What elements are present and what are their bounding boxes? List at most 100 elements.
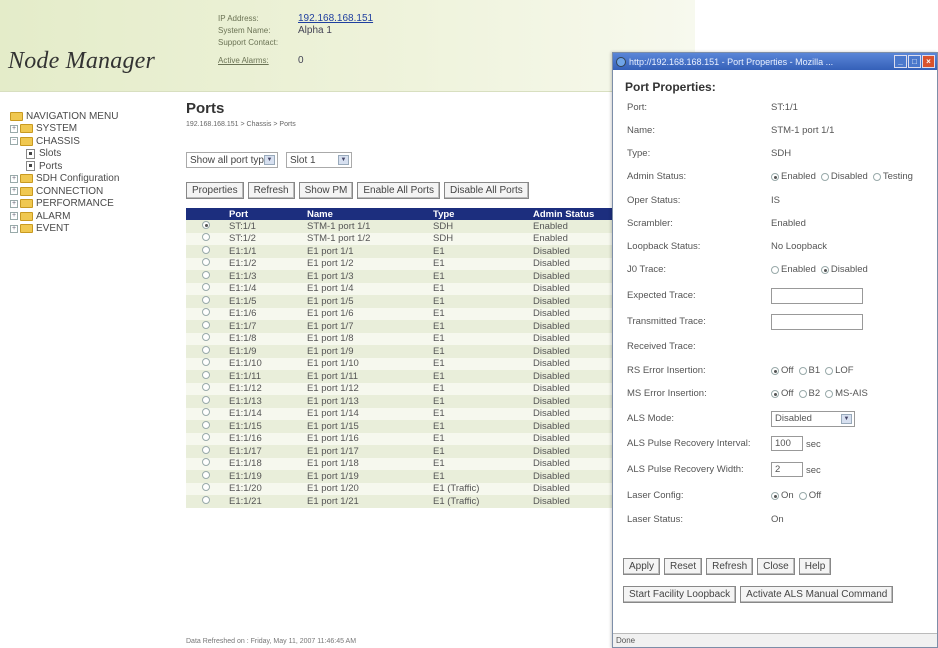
row-select-radio[interactable] [202, 295, 210, 304]
laser-on-radio[interactable] [771, 491, 779, 500]
table-row[interactable]: E1:1/11 E1 port 1/11 E1 Disabled [186, 370, 616, 383]
properties-button[interactable]: Properties [186, 182, 244, 199]
maximize-icon[interactable]: □ [908, 55, 921, 68]
table-row[interactable]: E1:1/14 E1 port 1/14 E1 Disabled [186, 407, 616, 420]
row-select-radio[interactable] [202, 220, 210, 229]
table-row[interactable]: E1:1/5 E1 port 1/5 E1 Disabled [186, 295, 616, 308]
nav-item-event[interactable]: + EVENT [10, 223, 180, 236]
admin-enabled-radio[interactable] [771, 172, 779, 181]
rs-lof-radio[interactable] [825, 366, 834, 375]
popup-refresh-button[interactable]: Refresh [706, 558, 754, 575]
start-facility-loopback-button[interactable]: Start Facility Loopback [623, 586, 737, 603]
show-pm-button[interactable]: Show PM [298, 182, 354, 199]
table-row[interactable]: E1:1/9 E1 port 1/9 E1 Disabled [186, 345, 616, 358]
row-select-radio[interactable] [202, 370, 210, 379]
nav-item-system[interactable]: + SYSTEM [10, 123, 180, 136]
nav-item-sdh-configuration[interactable]: + SDH Configuration [10, 173, 180, 186]
als-pulse-width-input[interactable]: 2 [771, 462, 803, 477]
help-button[interactable]: Help [798, 558, 832, 575]
ms-off-radio[interactable] [771, 389, 779, 398]
minimize-icon[interactable]: _ [894, 55, 907, 68]
ms-b2-radio[interactable] [798, 389, 807, 398]
table-row[interactable]: E1:1/19 E1 port 1/19 E1 Disabled [186, 470, 616, 483]
rs-b1-radio[interactable] [798, 366, 807, 375]
table-row[interactable]: E1:1/3 E1 port 1/3 E1 Disabled [186, 270, 616, 283]
table-row[interactable]: E1:1/15 E1 port 1/15 E1 Disabled [186, 420, 616, 433]
ms-ais-radio[interactable] [825, 389, 834, 398]
row-select-radio[interactable] [202, 433, 210, 442]
row-select-radio[interactable] [202, 333, 210, 342]
table-row[interactable]: E1:1/1 E1 port 1/1 E1 Disabled [186, 245, 616, 258]
row-select-radio[interactable] [202, 445, 210, 454]
enable-all-ports-button[interactable]: Enable All Ports [357, 182, 440, 199]
expand-icon[interactable]: + [10, 174, 18, 183]
expand-icon[interactable]: + [10, 199, 18, 208]
row-select-radio[interactable] [202, 245, 210, 254]
laser-off-radio[interactable] [798, 491, 807, 500]
table-row[interactable]: E1:1/7 E1 port 1/7 E1 Disabled [186, 320, 616, 333]
window-titlebar[interactable]: http://192.168.168.151 - Port Properties… [613, 53, 937, 70]
table-row[interactable]: E1:1/2 E1 port 1/2 E1 Disabled [186, 257, 616, 270]
apply-button[interactable]: Apply [623, 558, 661, 575]
row-select-radio[interactable] [202, 233, 210, 242]
row-select-radio[interactable] [202, 283, 210, 292]
table-row[interactable]: E1:1/17 E1 port 1/17 E1 Disabled [186, 445, 616, 458]
close-button[interactable]: Close [757, 558, 795, 575]
admin-testing-radio[interactable] [872, 172, 881, 181]
port-type-select[interactable]: Show all port types ▼ [186, 152, 278, 168]
expand-icon[interactable]: + [10, 187, 18, 196]
column-header-admin-status[interactable]: Admin Status [530, 208, 616, 220]
admin-disabled-radio[interactable] [820, 172, 829, 181]
nav-item-connection[interactable]: + CONNECTION [10, 185, 180, 198]
table-row[interactable]: E1:1/21 E1 port 1/21 E1 (Traffic) Disabled [186, 495, 616, 508]
table-row[interactable]: E1:1/18 E1 port 1/18 E1 Disabled [186, 457, 616, 470]
row-select-radio[interactable] [202, 420, 210, 429]
column-header-type[interactable]: Type [430, 208, 530, 220]
row-select-radio[interactable] [202, 470, 210, 479]
row-select-radio[interactable] [202, 408, 210, 417]
j0-disabled-radio[interactable] [820, 265, 829, 274]
j0-enabled-radio[interactable] [771, 265, 779, 274]
row-select-radio[interactable] [202, 270, 210, 279]
expected-trace-input[interactable] [771, 288, 863, 304]
slot-select[interactable]: Slot 1 ▼ [286, 152, 352, 168]
nav-item-chassis[interactable]: − CHASSIS [10, 135, 180, 148]
collapse-icon[interactable]: − [10, 137, 18, 146]
refresh-button[interactable]: Refresh [247, 182, 295, 199]
table-row[interactable]: E1:1/10 E1 port 1/10 E1 Disabled [186, 357, 616, 370]
nav-root[interactable]: NAVIGATION MENU [10, 110, 180, 123]
table-row[interactable]: ST:1/2 STM-1 port 1/2 SDH Enabled [186, 232, 616, 245]
expand-icon[interactable]: + [10, 212, 18, 221]
expand-icon[interactable]: + [10, 224, 18, 233]
row-select-radio[interactable] [202, 345, 210, 354]
disable-all-ports-button[interactable]: Disable All Ports [444, 182, 529, 199]
table-row[interactable]: E1:1/20 E1 port 1/20 E1 (Traffic) Disabled [186, 482, 616, 495]
table-row[interactable]: ST:1/1 STM-1 port 1/1 SDH Enabled [186, 220, 616, 233]
row-select-radio[interactable] [202, 495, 210, 504]
row-select-radio[interactable] [202, 383, 210, 392]
column-header-port[interactable]: Port [226, 208, 304, 220]
row-select-radio[interactable] [202, 308, 210, 317]
nav-item-performance[interactable]: + PERFORMANCE [10, 198, 180, 211]
table-row[interactable]: E1:1/8 E1 port 1/8 E1 Disabled [186, 332, 616, 345]
active-alarms-link[interactable]: Active Alarms: [218, 56, 298, 65]
row-select-radio[interactable] [202, 483, 210, 492]
row-select-radio[interactable] [202, 458, 210, 467]
column-header-name[interactable]: Name [304, 208, 430, 220]
nav-item-alarm[interactable]: + ALARM [10, 210, 180, 223]
table-row[interactable]: E1:1/13 E1 port 1/13 E1 Disabled [186, 395, 616, 408]
nav-item-ports[interactable]: Ports [10, 160, 180, 173]
expand-icon[interactable]: + [10, 124, 18, 133]
als-mode-select[interactable]: Disabled ▼ [771, 411, 855, 427]
row-select-radio[interactable] [202, 258, 210, 267]
table-row[interactable]: E1:1/6 E1 port 1/6 E1 Disabled [186, 307, 616, 320]
activate-als-manual-command-button[interactable]: Activate ALS Manual Command [740, 586, 894, 603]
als-pulse-interval-input[interactable]: 100 [771, 436, 803, 451]
rs-off-radio[interactable] [771, 366, 779, 375]
transmitted-trace-input[interactable] [771, 314, 863, 330]
reset-button[interactable]: Reset [664, 558, 703, 575]
close-icon[interactable]: × [922, 55, 935, 68]
row-select-radio[interactable] [202, 358, 210, 367]
ip-address-link[interactable]: 192.168.168.151 [298, 13, 373, 24]
table-row[interactable]: E1:1/16 E1 port 1/16 E1 Disabled [186, 432, 616, 445]
